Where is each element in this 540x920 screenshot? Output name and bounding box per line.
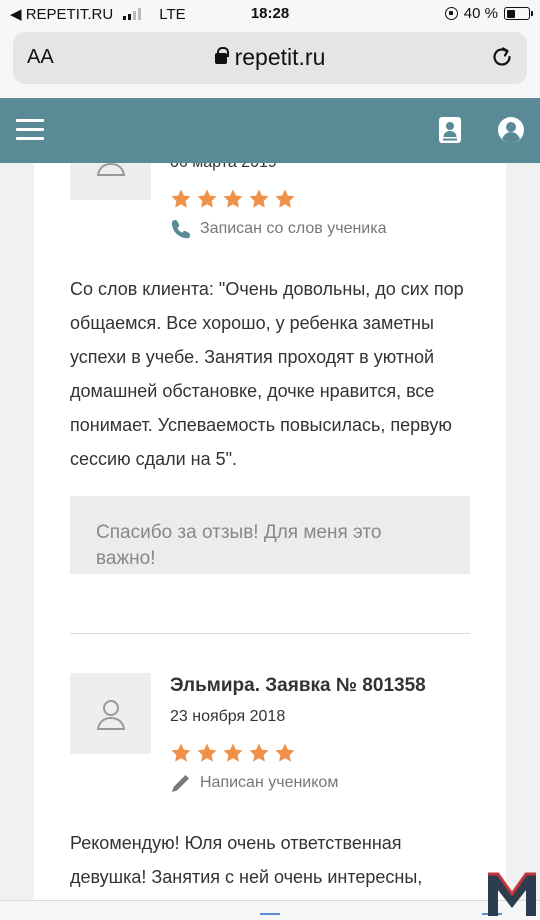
- battery-percent: 40 %: [463, 5, 498, 22]
- site-header: [0, 98, 540, 163]
- page-content: 06 марта 2019 Записан со слов ученика Со…: [0, 163, 540, 900]
- review-date: 06 марта 2019: [170, 163, 277, 172]
- review-date: 23 ноября 2018: [170, 708, 286, 725]
- review-source-label: Написан учеником: [200, 774, 339, 791]
- reload-icon[interactable]: [489, 44, 515, 70]
- orientation-lock-icon: [444, 7, 458, 20]
- lock-icon: [214, 47, 229, 64]
- review-text: Со слов клиента: "Очень довольны, до сих…: [70, 279, 464, 469]
- review-text: Рекомендую! Юля очень ответственная деву…: [70, 833, 423, 887]
- user-placeholder-icon: [96, 699, 125, 730]
- star-icon: [275, 743, 295, 762]
- star-icon: [197, 189, 217, 208]
- user-icon[interactable]: [497, 116, 525, 144]
- watermark-logo: [488, 872, 536, 916]
- battery-icon: [504, 7, 533, 20]
- review-source: Написан учеником: [170, 772, 338, 794]
- star-icon: [275, 189, 295, 208]
- user-placeholder-icon: [96, 163, 125, 176]
- review-source: Записан со слов ученика: [170, 218, 386, 240]
- rating-stars: [170, 188, 296, 210]
- divider: [70, 633, 470, 634]
- browser-toolbar: AA repetit.ru: [0, 28, 540, 98]
- reviewer-name: Эльмира. Заявка № 801358: [170, 675, 426, 696]
- phone-icon: [171, 220, 191, 239]
- review-source-label: Записан со слов ученика: [200, 220, 387, 237]
- star-icon: [171, 189, 191, 208]
- address-bar[interactable]: AA repetit.ru: [13, 32, 527, 84]
- share-icon[interactable]: [260, 913, 280, 920]
- star-icon: [223, 189, 243, 208]
- browser-bottom-toolbar: [0, 900, 540, 920]
- pencil-icon: [172, 775, 189, 792]
- star-icon: [249, 743, 269, 762]
- star-icon: [171, 743, 191, 762]
- reviews-card: 06 марта 2019 Записан со слов ученика Со…: [34, 163, 506, 900]
- avatar: [70, 163, 151, 200]
- avatar: [70, 673, 151, 754]
- star-icon: [197, 743, 217, 762]
- star-icon: [249, 189, 269, 208]
- status-bar: ◀ REPETIT.RU LTE 18:28 40 %: [0, 0, 540, 28]
- tutor-reply: Спасибо за отзыв! Для меня это важно!: [70, 496, 470, 574]
- hamburger-icon[interactable]: [16, 119, 44, 141]
- rating-stars: [170, 742, 296, 764]
- document-icon[interactable]: [438, 116, 462, 144]
- star-icon: [223, 743, 243, 762]
- url-text[interactable]: repetit.ru: [235, 44, 326, 70]
